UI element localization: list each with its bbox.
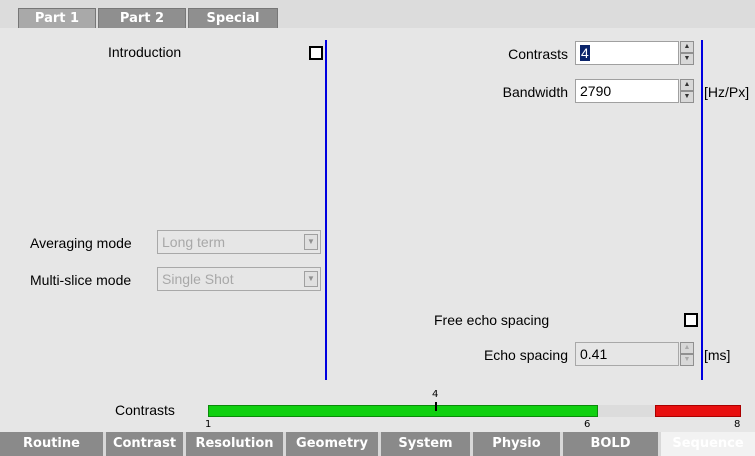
multislice-mode-select[interactable]: Single Shot ▼ (157, 267, 321, 291)
bandwidth-value: 2790 (580, 83, 612, 99)
spin-up-icon[interactable]: ▲ (680, 79, 694, 91)
tab-resolution[interactable]: Resolution (186, 432, 286, 456)
tab-routine[interactable]: Routine (0, 432, 106, 456)
contrast-range-bar[interactable] (208, 402, 741, 417)
bandwidth-input[interactable]: 2790 (575, 79, 679, 103)
tab-part-2[interactable]: Part 2 (98, 8, 186, 28)
column-divider-right (701, 40, 703, 380)
contrast-bar-marker[interactable] (435, 402, 437, 411)
tab-geometry[interactable]: Geometry (286, 432, 381, 456)
spin-up-icon[interactable]: ▲ (680, 342, 694, 354)
echo-spacing-input[interactable]: 0.41 (575, 342, 679, 366)
chevron-down-icon[interactable]: ▼ (304, 271, 318, 287)
tab-sequence[interactable]: Sequence (661, 432, 755, 456)
contrasts-label: Contrasts (508, 46, 568, 62)
introduction-checkbox[interactable] (309, 46, 323, 60)
free-echo-spacing-label: Free echo spacing (434, 312, 550, 328)
tab-physio[interactable]: Physio (473, 432, 563, 456)
column-divider-left (325, 40, 327, 380)
tab-part-1[interactable]: Part 1 (18, 8, 96, 28)
spin-down-icon[interactable]: ▼ (680, 354, 694, 366)
bottom-tab-bar: Routine Contrast Resolution Geometry Sys… (0, 432, 755, 456)
spin-down-icon[interactable]: ▼ (680, 91, 694, 103)
multislice-mode-label: Multi-slice mode (30, 272, 132, 288)
spin-down-icon[interactable]: ▼ (680, 53, 694, 65)
contrasts-spinner[interactable]: ▲ ▼ (680, 41, 694, 65)
echo-spacing-value: 0.41 (580, 346, 608, 362)
top-tab-bar: Part 1 Part 2 Special (0, 0, 755, 28)
bandwidth-label: Bandwidth (502, 84, 568, 100)
contrasts-value: 4 (580, 45, 590, 61)
contrast-bar-min-label: 1 (205, 419, 212, 430)
contrast-bar-current-label: 4 (432, 389, 439, 400)
multislice-mode-value: Single Shot (162, 271, 234, 287)
averaging-mode-label: Averaging mode (30, 235, 132, 251)
averaging-mode-value: Long term (162, 234, 226, 250)
spin-up-icon[interactable]: ▲ (680, 41, 694, 53)
tab-bold[interactable]: BOLD (563, 432, 661, 456)
contrast-bar-invalid-segment (655, 405, 741, 417)
tab-contrast[interactable]: Contrast (106, 432, 186, 456)
bandwidth-spinner[interactable]: ▲ ▼ (680, 79, 694, 103)
tab-system[interactable]: System (381, 432, 473, 456)
contrast-bar-label: Contrasts (115, 402, 175, 418)
echo-spacing-unit: [ms] (704, 347, 731, 363)
contrast-bar-gap-segment (598, 405, 655, 417)
tab-special[interactable]: Special (188, 8, 278, 28)
contrast-bar-max-allowed-label: 6 (584, 419, 591, 430)
averaging-mode-select[interactable]: Long term ▼ (157, 230, 321, 254)
chevron-down-icon[interactable]: ▼ (304, 234, 318, 250)
introduction-label: Introduction (108, 44, 182, 60)
bandwidth-unit: [Hz/Px] (704, 84, 750, 100)
contrast-bar-max-label: 8 (734, 419, 741, 430)
free-echo-spacing-checkbox[interactable] (684, 313, 698, 327)
contrasts-input[interactable]: 4 (575, 41, 679, 65)
echo-spacing-spinner[interactable]: ▲ ▼ (680, 342, 694, 366)
contrast-bar-valid-segment (208, 405, 598, 417)
echo-spacing-label: Echo spacing (483, 347, 568, 363)
